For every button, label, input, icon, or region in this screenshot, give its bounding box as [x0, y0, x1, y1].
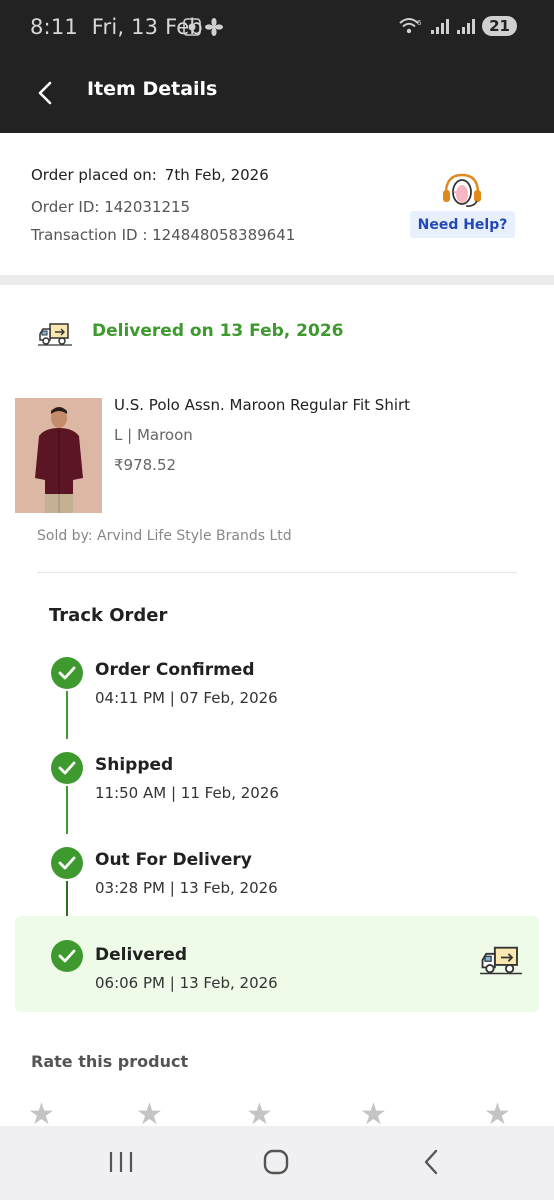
page-title: Item Details [87, 78, 218, 100]
battery-level: 21 [482, 16, 517, 36]
signal-icon [431, 19, 450, 34]
product-price: ₹978.52 [114, 456, 177, 474]
recents-icon[interactable] [101, 1144, 141, 1180]
order-placed-date: 7th Feb, 2026 [164, 166, 269, 184]
step-time: 04:11 PM | 07 Feb, 2026 [95, 689, 278, 707]
back-arrow-icon[interactable] [30, 76, 60, 110]
step-label: Order Confirmed [95, 660, 255, 680]
check-icon [51, 657, 83, 689]
system-nav-bar [0, 1126, 554, 1200]
track-step-order-confirmed: Order Confirmed 04:11 PM | 07 Feb, 2026 [0, 644, 554, 739]
order-info: Order placed on: 7th Feb, 2026 Order ID: … [0, 133, 554, 276]
svg-text:6: 6 [417, 19, 422, 27]
step-time: 06:06 PM | 13 Feb, 2026 [95, 974, 278, 992]
step-label: Delivered [95, 945, 187, 965]
status-right: 6 21 [398, 16, 517, 36]
transaction-id: Transaction ID : 124848058389641 [31, 226, 296, 244]
app-bar: Item Details [0, 56, 554, 133]
timeline-connector [66, 786, 68, 834]
product-card[interactable]: U.S. Polo Assn. Maroon Regular Fit Shirt… [0, 385, 554, 565]
track-order-title: Track Order [49, 605, 168, 626]
headset-icon[interactable] [440, 171, 484, 211]
step-time: 03:28 PM | 13 Feb, 2026 [95, 879, 278, 897]
product-variant: L | Maroon [114, 426, 193, 444]
check-icon [51, 752, 83, 784]
timeline-connector [66, 691, 68, 739]
step-label: Shipped [95, 755, 174, 775]
signal-icon-2 [457, 19, 476, 34]
home-icon[interactable] [256, 1144, 296, 1180]
order-id: Order ID: 142031215 [31, 198, 191, 216]
product-name[interactable]: U.S. Polo Assn. Maroon Regular Fit Shirt [114, 396, 410, 414]
delivery-truck-icon [38, 321, 72, 351]
track-step-delivered: Delivered 06:06 PM | 13 Feb, 2026 [15, 916, 539, 1012]
notification-icons [182, 17, 226, 41]
track-step-out-for-delivery: Out For Delivery 03:28 PM | 13 Feb, 2026 [0, 834, 554, 929]
step-label: Out For Delivery [95, 850, 252, 870]
delivered-on-text: Delivered on 13 Feb, 2026 [92, 321, 344, 341]
delivery-status: Delivered on 13 Feb, 2026 [0, 285, 554, 375]
rate-product-title: Rate this product [31, 1052, 189, 1071]
check-icon [51, 940, 83, 972]
back-icon[interactable] [411, 1144, 451, 1180]
delivery-truck-icon [480, 944, 522, 980]
order-placed-label: Order placed on: [31, 166, 157, 184]
need-help-button[interactable]: Need Help? [410, 211, 515, 238]
order-placed: Order placed on: 7th Feb, 2026 [31, 166, 269, 184]
wifi-icon: 6 [399, 18, 422, 34]
check-icon [51, 847, 83, 879]
product-image[interactable] [15, 398, 102, 513]
status-time: 8:11 Fri, 13 Feb [30, 15, 203, 39]
section-divider [0, 275, 554, 285]
divider [37, 572, 517, 573]
step-time: 11:50 AM | 11 Feb, 2026 [95, 784, 279, 802]
track-step-shipped: Shipped 11:50 AM | 11 Feb, 2026 [0, 739, 554, 834]
status-bar: 8:11 Fri, 13 Feb 6 21 [0, 0, 554, 56]
seller-name: Sold by: Arvind Life Style Brands Ltd [37, 528, 292, 544]
